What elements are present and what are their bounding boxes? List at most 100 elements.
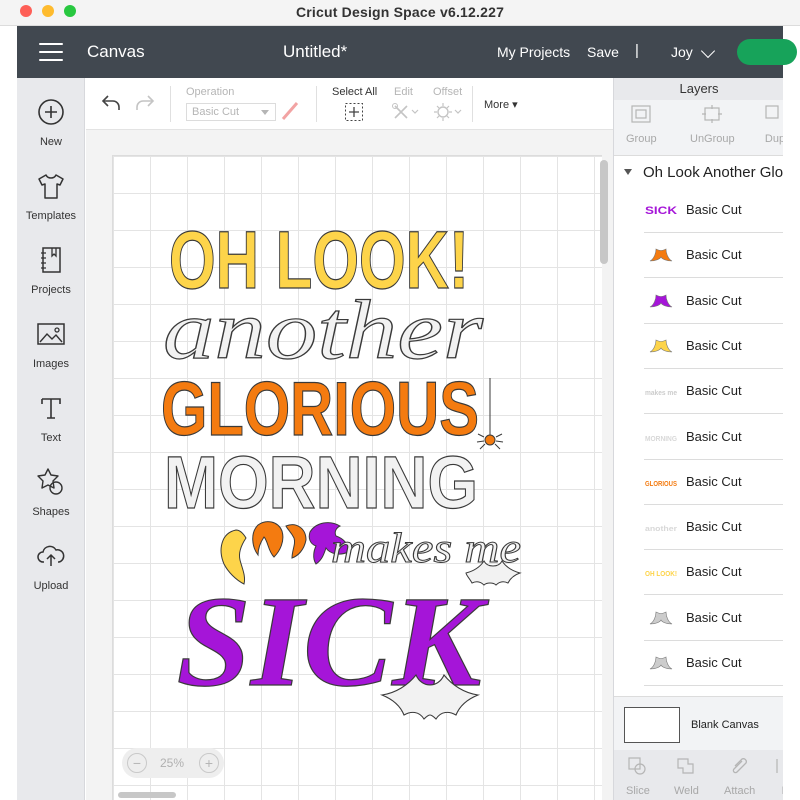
sidebar-item-upload[interactable]: Upload bbox=[17, 540, 85, 592]
layer-operation-label: Basic Cut bbox=[686, 337, 742, 353]
design-text-makes-me[interactable]: makes me bbox=[331, 526, 522, 573]
slice-button[interactable]: Slice bbox=[626, 756, 650, 797]
edit-scissors-icon[interactable] bbox=[391, 102, 419, 122]
layer-row[interactable]: OH LOOK! Basic Cut bbox=[644, 550, 783, 596]
layer-row[interactable]: MORNING Basic Cut bbox=[644, 415, 783, 460]
layer-thumbnail-shape bbox=[649, 248, 673, 262]
vertical-scrollbar[interactable] bbox=[600, 160, 608, 264]
layer-thumbnail bbox=[649, 294, 673, 307]
layer-group-name: Oh Look Another Glo bbox=[643, 164, 783, 181]
my-projects-button[interactable]: My Projects bbox=[497, 44, 570, 60]
layer-operation-label: Basic Cut bbox=[686, 564, 742, 580]
sidebar-item-templates[interactable]: Templates bbox=[17, 170, 85, 222]
layer-thumbnail: MORNING bbox=[645, 436, 678, 443]
spider-icon[interactable] bbox=[476, 378, 504, 450]
duplicate-label: Dup bbox=[764, 133, 783, 145]
layer-bottom-actions: Slice Weld Attach F bbox=[614, 750, 783, 800]
layer-operation-label: Basic Cut bbox=[686, 428, 742, 444]
attach-button[interactable]: Attach bbox=[724, 756, 755, 797]
plus-circle-icon bbox=[38, 99, 64, 125]
toolbar-divider bbox=[472, 86, 473, 122]
sidebar-item-shapes[interactable]: Shapes bbox=[17, 466, 85, 518]
offset-label: Offset bbox=[433, 86, 463, 98]
layer-thumbnail-text: another bbox=[645, 526, 677, 533]
horizontal-scrollbar[interactable] bbox=[118, 792, 176, 798]
layer-thumbnail-shape bbox=[649, 294, 673, 307]
paperclip-icon bbox=[732, 758, 747, 774]
undo-icon[interactable] bbox=[100, 93, 122, 113]
sidebar-item-label: Text bbox=[40, 432, 62, 444]
group-label: Group bbox=[626, 133, 657, 145]
layer-row[interactable]: another Basic Cut bbox=[644, 505, 783, 551]
duplicate-button[interactable]: Dup bbox=[764, 104, 783, 145]
layer-row[interactable]: Basic Cut bbox=[644, 596, 783, 641]
hamburger-menu-icon[interactable] bbox=[39, 43, 63, 61]
sidebar-item-label: New bbox=[39, 136, 62, 148]
zoom-level: 25% bbox=[160, 756, 185, 770]
layer-row[interactable]: Basic Cut bbox=[644, 233, 783, 279]
layer-operation-label: Basic Cut bbox=[686, 655, 742, 670]
flatten-icon bbox=[776, 759, 778, 773]
sidebar-item-label: Shapes bbox=[32, 506, 70, 518]
layer-row[interactable]: makes me Basic Cut bbox=[644, 369, 783, 415]
design-text-another[interactable]: another bbox=[162, 283, 484, 377]
design-text-morning[interactable]: MORNING bbox=[163, 440, 478, 524]
layer-row[interactable]: Basic Cut bbox=[644, 279, 783, 324]
dropdown-arrow-icon bbox=[261, 110, 269, 115]
header-divider: | bbox=[635, 42, 639, 59]
material-color-icon[interactable] bbox=[281, 101, 299, 121]
more-menu[interactable]: More ▾ bbox=[484, 98, 518, 111]
layer-thumbnail: GLORIOUS bbox=[645, 481, 677, 488]
section-title: Canvas bbox=[87, 42, 145, 61]
zoom-in-button[interactable]: + bbox=[199, 753, 219, 773]
layer-thumbnail-text: SICK bbox=[645, 205, 677, 217]
redo-icon[interactable] bbox=[134, 93, 156, 113]
tab-layers[interactable]: Layers bbox=[614, 78, 783, 100]
canvas-color-swatch[interactable] bbox=[624, 707, 680, 743]
group-button[interactable]: Group bbox=[626, 104, 657, 145]
witch-hair-orange-icon[interactable] bbox=[252, 521, 307, 559]
user-menu[interactable]: Joy bbox=[671, 44, 693, 60]
layer-row[interactable]: Basic Cut bbox=[644, 324, 783, 369]
sidebar-item-text[interactable]: Text bbox=[17, 392, 85, 444]
operation-select[interactable]: Basic Cut bbox=[186, 103, 276, 121]
layer-thumbnail-text: makes me bbox=[645, 390, 677, 397]
flatten-button[interactable]: F bbox=[774, 756, 783, 797]
layer-thumbnail: SICK bbox=[645, 205, 677, 217]
layer-operation-label: Basic Cut bbox=[686, 473, 742, 489]
select-all-icon[interactable] bbox=[344, 102, 364, 122]
select-all-label[interactable]: Select All bbox=[332, 86, 377, 98]
shapes-icon bbox=[37, 468, 63, 495]
text-icon bbox=[41, 398, 61, 419]
layer-thumbnail bbox=[649, 611, 673, 624]
layer-thumbnail-shape bbox=[649, 611, 673, 624]
layer-thumbnail bbox=[649, 656, 673, 670]
save-button[interactable]: Save bbox=[587, 44, 619, 60]
layer-thumbnail-shape bbox=[649, 339, 673, 353]
weld-button[interactable]: Weld bbox=[674, 756, 699, 797]
layer-row[interactable]: GLORIOUS Basic Cut bbox=[644, 460, 783, 505]
sidebar-item-label: Upload bbox=[33, 580, 69, 592]
image-icon bbox=[37, 323, 65, 345]
layer-row[interactable]: SICK Basic Cut bbox=[644, 188, 783, 233]
design-artwork[interactable]: OH LOOK! another GLORIOUS MORNING makes … bbox=[86, 130, 613, 800]
design-text-glorious[interactable]: GLORIOUS bbox=[160, 366, 479, 452]
chevron-down-icon[interactable] bbox=[700, 43, 716, 59]
sidebar-item-new[interactable]: New bbox=[17, 96, 85, 148]
blank-canvas-row[interactable]: Blank Canvas bbox=[614, 696, 783, 750]
sidebar-item-projects[interactable]: Projects bbox=[17, 244, 85, 296]
document-title[interactable]: Untitled* bbox=[283, 42, 347, 62]
layer-row[interactable]: Basic Cut bbox=[644, 641, 783, 686]
layer-thumbnail: makes me bbox=[645, 390, 677, 397]
toolbar-divider bbox=[316, 86, 317, 122]
layer-group-row[interactable]: Oh Look Another Glo bbox=[614, 158, 783, 188]
zoom-out-button[interactable]: − bbox=[127, 753, 147, 773]
collapse-triangle-icon[interactable] bbox=[624, 169, 632, 175]
sidebar-item-images[interactable]: Images bbox=[17, 318, 85, 370]
make-it-button[interactable] bbox=[737, 39, 797, 65]
sidebar-item-label: Templates bbox=[25, 210, 77, 222]
offset-icon[interactable] bbox=[433, 102, 463, 122]
ungroup-button[interactable]: UnGroup bbox=[690, 104, 735, 145]
layer-operation-label: Basic Cut bbox=[686, 292, 742, 308]
design-canvas[interactable]: OH LOOK! another GLORIOUS MORNING makes … bbox=[86, 130, 613, 800]
